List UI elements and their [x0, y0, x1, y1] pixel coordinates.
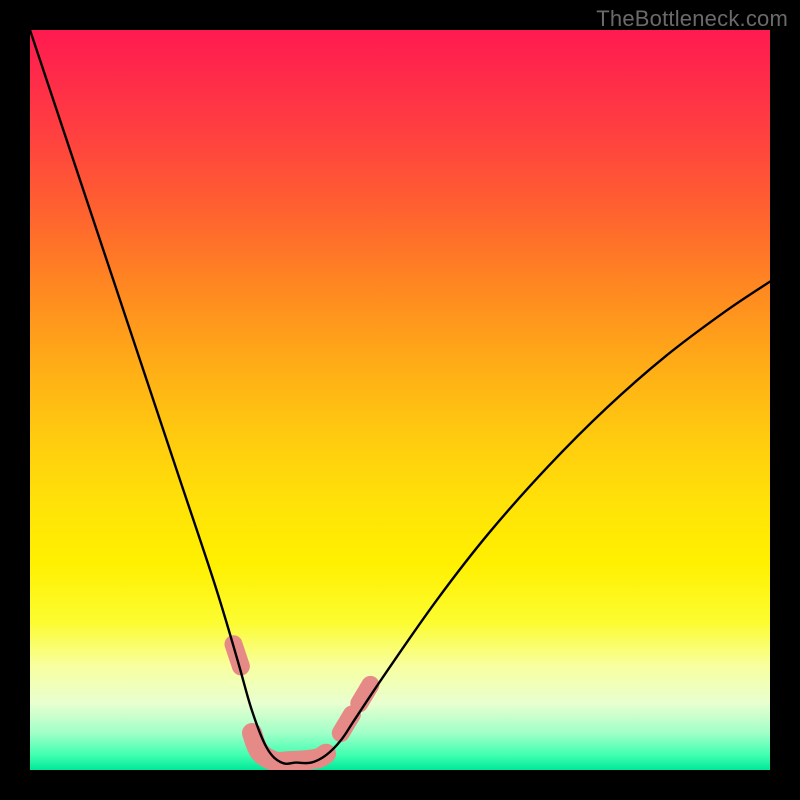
highlight-group	[234, 644, 371, 762]
highlight-segment	[341, 715, 352, 734]
bottleneck-curve	[30, 30, 770, 764]
chart-frame: TheBottleneck.com	[0, 0, 800, 800]
highlight-segment	[359, 685, 370, 704]
chart-overlay	[30, 30, 770, 770]
watermark-text: TheBottleneck.com	[596, 6, 788, 32]
highlight-segment	[252, 733, 326, 762]
